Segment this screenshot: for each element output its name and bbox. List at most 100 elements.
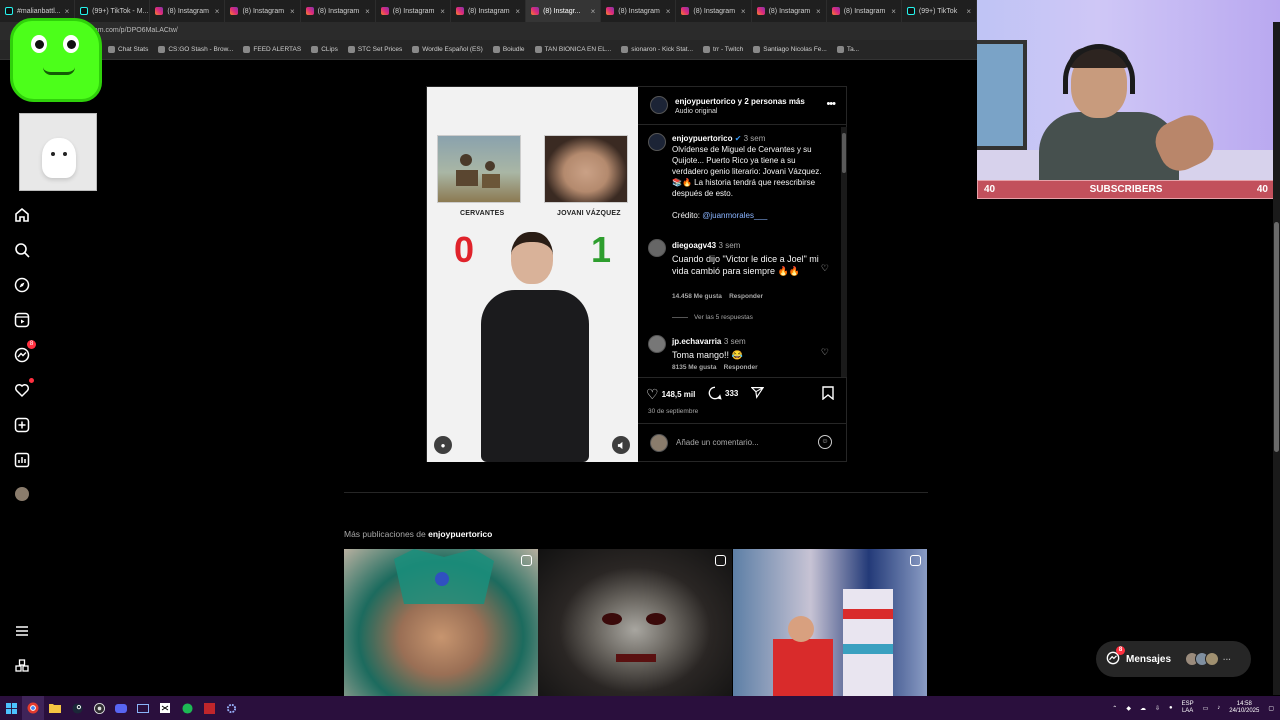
comment-button[interactable]: 333	[708, 386, 738, 400]
comments-scrollbar[interactable]	[841, 127, 847, 377]
bookmark-item[interactable]: STC Set Prices	[347, 46, 402, 53]
bookmark-item[interactable]: CLips	[311, 46, 338, 53]
share-button[interactable]	[751, 386, 764, 399]
comment-placeholder[interactable]: Añade un comentario...	[676, 438, 759, 447]
bookmark-item[interactable]: sionaron - Kick Stat...	[621, 46, 693, 53]
post-video[interactable]: CERVANTES JOVANI VÁZQUEZ 0 1 ●	[427, 87, 638, 462]
language-indicator[interactable]: ESP LAA	[1182, 701, 1194, 715]
bookmark-item[interactable]: TAN BIONICA EN EL...	[534, 46, 611, 53]
notifications-heart-icon[interactable]	[12, 378, 34, 400]
messages-button[interactable]: 8 Mensajes ···	[1096, 641, 1251, 677]
credit-link[interactable]: @juanmorales___	[702, 211, 767, 220]
menu-icon[interactable]	[12, 621, 32, 641]
chevron-up-icon[interactable]: ⌃	[1112, 705, 1117, 712]
tray-app-icon[interactable]: ●	[1169, 705, 1173, 711]
comment-like-icon[interactable]: ♡	[821, 347, 829, 358]
caption-user[interactable]: enjoypuertorico	[672, 134, 732, 143]
close-tab-icon[interactable]: ×	[515, 7, 520, 16]
spotify-icon[interactable]	[176, 696, 198, 720]
browser-tab[interactable]: (8) Instagram ×	[451, 0, 527, 22]
red-app-icon[interactable]	[198, 696, 220, 720]
network-icon[interactable]: ▭	[1203, 705, 1209, 712]
bookmark-item[interactable]: Wordle Español (ES)	[412, 46, 483, 53]
author-avatar[interactable]	[650, 96, 668, 114]
comment-input[interactable]: Añade un comentario... ☺	[638, 423, 847, 462]
start-icon[interactable]	[0, 696, 22, 720]
save-button[interactable]	[822, 386, 834, 400]
close-tab-icon[interactable]: ×	[290, 7, 295, 16]
emoji-icon[interactable]: ☺	[818, 435, 832, 449]
tray-app-icon[interactable]: ☁	[1140, 705, 1146, 712]
tagged-user-icon[interactable]: ●	[434, 436, 452, 454]
bookmark-item[interactable]: Boiudle	[492, 46, 525, 53]
more-post-thumbnail[interactable]	[733, 549, 927, 696]
close-tab-icon[interactable]: ×	[741, 7, 746, 16]
browser-tab[interactable]: (8) Instagram ×	[301, 0, 376, 22]
bookmark-item[interactable]: Ta...	[836, 46, 859, 53]
close-tab-icon[interactable]: ×	[215, 7, 220, 16]
also-from-meta-icon[interactable]	[12, 656, 32, 676]
messenger-icon[interactable]: 8	[12, 340, 36, 365]
comment-like-icon[interactable]: ♡	[821, 263, 829, 274]
browser-tab[interactable]: (8) Instagram ×	[150, 0, 226, 22]
create-plus-icon[interactable]	[12, 415, 32, 435]
browser-tab[interactable]: (99+) TikTok - M...×	[75, 0, 151, 22]
view-replies[interactable]: Ver las 5 respuestas	[694, 314, 753, 321]
comment-avatar[interactable]	[648, 335, 666, 353]
close-tab-icon[interactable]: ×	[365, 7, 370, 16]
capcut-icon[interactable]	[154, 696, 176, 720]
scroll-thumb[interactable]	[842, 133, 846, 173]
header-author-name[interactable]: enjoypuertorico y 2 personas más	[675, 97, 805, 106]
close-tab-icon[interactable]: ×	[591, 7, 596, 16]
close-tab-icon[interactable]: ×	[65, 7, 70, 16]
tray-app-icon[interactable]: ◆	[1126, 705, 1131, 712]
browser-tab[interactable]: (8) Instagram ×	[225, 0, 301, 22]
comment-likes[interactable]: 8135 Me gusta	[672, 364, 716, 371]
close-tab-icon[interactable]: ×	[816, 7, 821, 16]
bookmark-item[interactable]: Chat Stats	[108, 46, 148, 53]
steam-icon[interactable]	[66, 696, 88, 720]
more-posts-user[interactable]: enjoypuertorico	[428, 529, 492, 539]
close-tab-icon[interactable]: ×	[666, 7, 671, 16]
bookmark-item[interactable]: CS:GO Stash - Brow...	[158, 46, 233, 53]
settings-gear-icon[interactable]	[220, 696, 242, 720]
close-tab-icon[interactable]: ×	[891, 7, 896, 16]
clock[interactable]: 14:58 24/10/2025	[1229, 701, 1259, 715]
comment-user[interactable]: jp.echavarria	[672, 337, 721, 346]
more-options-icon[interactable]: •••	[826, 98, 836, 110]
caption-avatar[interactable]	[648, 133, 666, 151]
browser-tab[interactable]: (8) Instagram ×	[601, 0, 677, 22]
address-bar[interactable]: ...am.com/p/DPO6MaLACtw/	[0, 22, 977, 40]
volume-icon[interactable]	[612, 436, 630, 454]
reply-button[interactable]: Responder	[724, 364, 758, 371]
profile-avatar[interactable]	[12, 484, 32, 504]
chrome-icon[interactable]	[22, 696, 44, 720]
dashboard-icon[interactable]	[12, 450, 32, 470]
browser-tab[interactable]: (8) Instagram ×	[376, 0, 451, 22]
like-button[interactable]: ♡ 148,5 mil	[646, 386, 695, 403]
tray-app-icon[interactable]: ⇩	[1155, 705, 1160, 712]
browser-tab[interactable]: (8) Instagram ×	[827, 0, 902, 22]
bookmark-item[interactable]: Santiago Nicolas Fe...	[753, 46, 827, 53]
page-scrollbar[interactable]	[1273, 22, 1280, 695]
browser-tab[interactable]: (99+) TikTok ×	[902, 0, 977, 22]
comment-likes[interactable]: 14.458 Me gusta	[672, 293, 722, 300]
more-post-thumbnail[interactable]	[538, 549, 732, 696]
home-icon[interactable]	[12, 205, 32, 225]
explore-icon[interactable]	[12, 275, 32, 295]
audio-label[interactable]: Audio original	[675, 108, 717, 115]
notifications-tray-icon[interactable]: ▢	[1268, 705, 1274, 712]
browser-tab[interactable]: (8) Instagram ×	[752, 0, 827, 22]
close-tab-icon[interactable]: ×	[440, 7, 445, 16]
bookmark-item[interactable]: trr - Twitch	[703, 46, 743, 53]
bookmark-item[interactable]: FEED ALERTAS	[243, 46, 301, 53]
close-tab-icon[interactable]: ×	[966, 7, 971, 16]
volume-tray-icon[interactable]: ♪	[1217, 705, 1220, 711]
comment-user[interactable]: diegoagv43	[672, 241, 716, 250]
app-window-icon[interactable]	[132, 696, 154, 720]
search-icon[interactable]	[12, 240, 32, 260]
page-scroll-thumb[interactable]	[1274, 222, 1279, 452]
like-count[interactable]: 148,5 mil	[662, 390, 696, 399]
discord-icon[interactable]	[110, 696, 132, 720]
reply-button[interactable]: Responder	[729, 293, 763, 300]
